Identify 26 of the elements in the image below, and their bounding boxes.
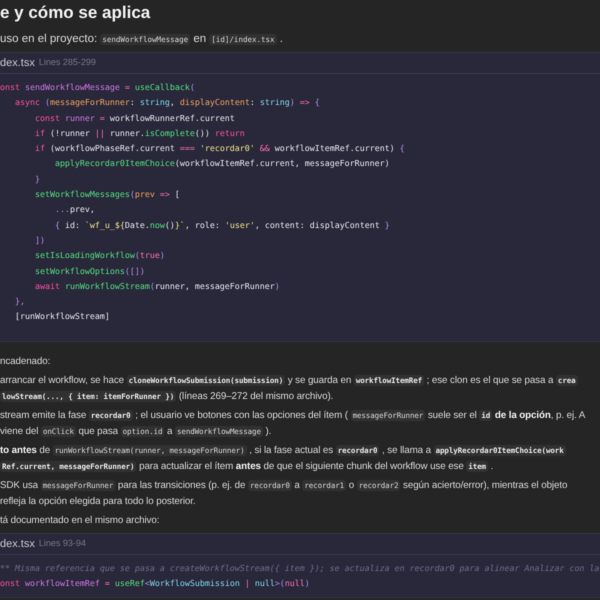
code-line: async (messageForRunner: string, displayContent: string) => { xyxy=(14,96,321,110)
body-text: refleja la opción elegida para todo lo posterior. xyxy=(0,494,197,509)
code-line: } xyxy=(34,172,41,186)
code-line: setWorkflowMessages(prev => [ xyxy=(34,188,181,202)
code-line: onst workflowItemRef = useRef<WorkflowSubmission | null>(null) xyxy=(0,577,311,590)
code-line: if (!runner || runner.isComplete()) return xyxy=(34,126,246,140)
body-text: tá documentado en el mismo archivo: xyxy=(0,514,160,528)
code-line: setIsLoadingWorkflow(true) xyxy=(34,249,166,262)
code-line: const runner = workflowRunnerRef.current xyxy=(34,112,236,125)
code-line: onst sendWorkflowMessage = useCallback( xyxy=(0,81,196,94)
file-name: dex.tsx xyxy=(0,536,35,552)
code-line: if (workflowPhaseRef.current === 'recordar0' && workflowItemRef.current) { xyxy=(34,142,406,156)
code-line: ** Misma referencia que se pasa a createWorkflowStream({ item }); se actualiza en recordar0 para alinear Analizar con la xyxy=(0,562,600,575)
code-line: applyRecordar0ItemChoice(workflowItemRef.current, messageForRunner) xyxy=(54,157,391,170)
file-name: dex.tsx xyxy=(0,56,35,71)
line-range: Lines 93-94 xyxy=(38,537,86,550)
code-line: ...prev, xyxy=(54,203,96,216)
code-line: await runWorkflowStream(runner, messageForRunner) xyxy=(34,280,281,293)
section-heading: e y cómo se aplica xyxy=(0,2,152,24)
code-line: setWorkflowOptions([]) xyxy=(34,264,146,278)
code-line: }, xyxy=(14,295,26,308)
body-text: ncadenado: xyxy=(0,354,52,369)
code-line: [runWorkflowStream] xyxy=(14,310,111,324)
line-range: Lines 285-299 xyxy=(38,56,96,70)
code-line: ]) xyxy=(34,234,46,247)
code-line: { id: `wf_u_${Date.now()}`, role: 'user', content: displayContent } xyxy=(54,218,391,232)
